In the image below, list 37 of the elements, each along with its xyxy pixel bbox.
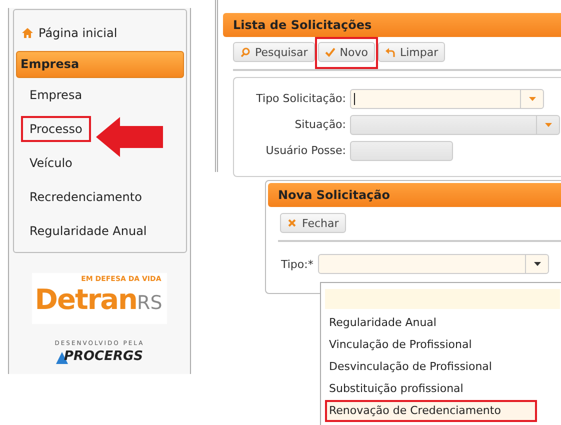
combo-field[interactable] [350,88,544,108]
dropdown-option[interactable]: Renovação de Credenciamento [325,400,537,422]
arrow-icon [96,117,163,157]
procergs-logo: PROCERGS [56,349,144,364]
field-label: Situação: [294,118,346,131]
caret-icon [544,122,552,126]
field-label: Tipo:* [281,258,314,270]
combo-field[interactable] [318,254,550,274]
dropdown-option[interactable]: Regularidade Anual [325,312,537,334]
dropdown-option[interactable]: Vinculação de Profissional [325,334,537,356]
toolbar-button[interactable]: Pesquisar [233,42,315,62]
home-icon [22,28,32,38]
field-label: Tipo Solicitação: [255,92,346,105]
menu-item[interactable]: Recredenciamento [20,184,151,210]
menu-item[interactable]: Veículo [20,150,82,176]
menu-item[interactable]: Empresa [20,82,92,108]
home-link[interactable]: Página inicial [16,16,184,44]
blank-option[interactable] [325,289,560,309]
close-icon [287,218,297,228]
toolbar-button[interactable]: Fechar [280,213,346,233]
caret-icon [528,96,536,100]
section-header: Empresa [16,51,184,78]
input-field[interactable] [350,140,453,160]
field-label: Usuário Posse: [264,144,346,157]
caret-icon [534,262,541,266]
dropdown-option[interactable]: Desvinculação de Profissional [325,356,537,378]
combo-field[interactable] [350,114,560,134]
panel-title: Nova Solicitação [268,183,561,207]
menu-item[interactable]: Processo [20,116,92,142]
dropdown-option[interactable]: Substituição profissional [325,378,537,400]
undo-arrow-icon [384,47,395,57]
menu-item[interactable]: Regularidade Anual [20,218,156,244]
panel-title: Lista de Solicitações [223,13,561,37]
toolbar-button[interactable]: Novo [318,42,375,62]
check-icon [324,47,335,57]
toolbar-button[interactable]: Limpar [378,42,446,62]
search-icon [240,47,250,57]
